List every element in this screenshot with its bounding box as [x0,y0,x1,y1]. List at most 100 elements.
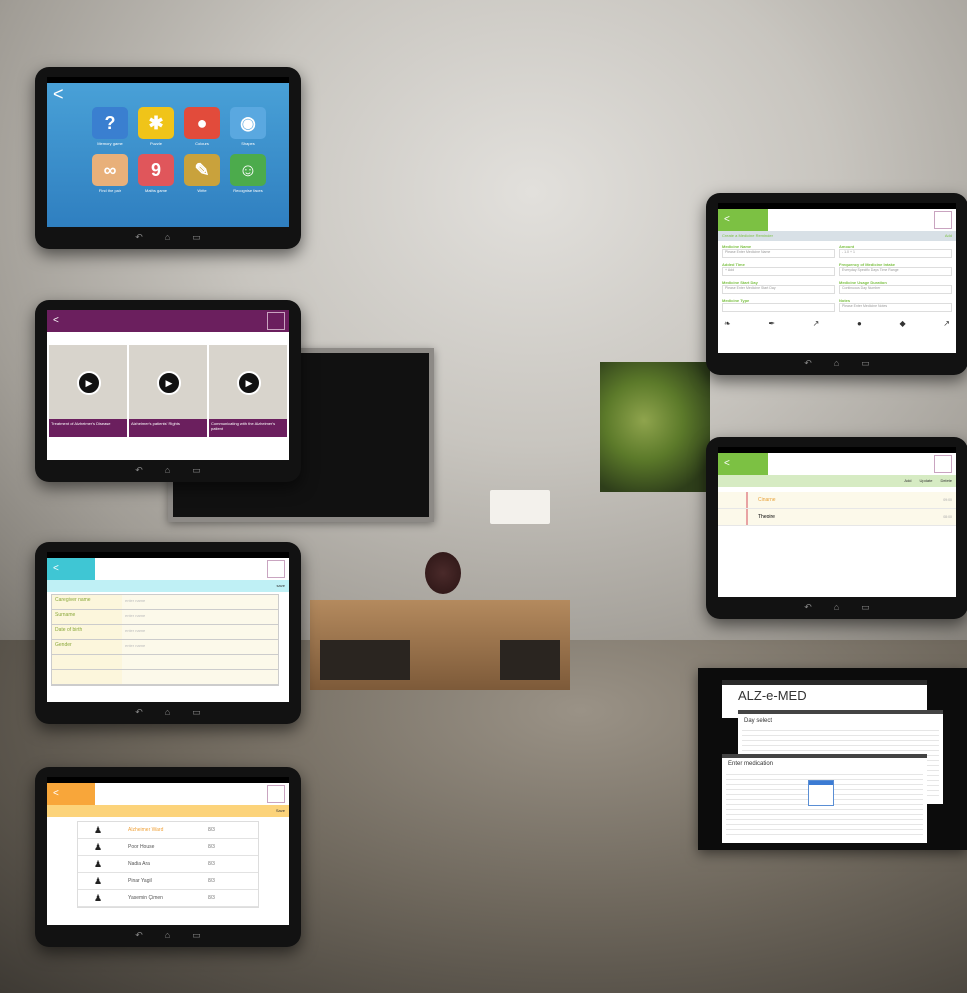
app-tile[interactable]: 9 Maths game [137,154,175,193]
back-icon[interactable]: < [724,214,730,225]
reminder-title: Create a Medicine Reminder [722,233,773,238]
app-tile[interactable]: ◉ Shapes [229,107,267,146]
field-input[interactable]: Please Enter Medicine Name [722,249,835,258]
add-button[interactable]: Add [945,231,952,241]
app-icon: ✎ [184,154,220,186]
home-nav-icon[interactable]: ⌂ [165,465,170,475]
recents-nav-icon[interactable]: ▭ [192,707,201,718]
field-input[interactable]: Everyday Specific Days Time Range [839,267,952,276]
person-icon: ♟ [93,841,103,852]
form-input[interactable]: enter name [122,640,278,654]
form-field: Medicine Name Please Enter Medicine Name [722,244,835,258]
app-icon: ◉ [230,107,266,139]
action-button[interactable]: Update [920,475,933,487]
person-icon: ♟ [93,858,103,869]
reminder-left-column: Medicine Name Please Enter Medicine Name A… [722,244,835,316]
back-icon[interactable]: < [53,788,59,799]
medicine-type-icon[interactable]: ● [857,319,862,328]
medicine-list: Cinarne 09:00 Theoire 08:00 [718,492,956,526]
field-input[interactable]: Please Enter Medicine Notes [839,303,952,312]
back-icon[interactable]: < [53,563,59,574]
form-label [52,655,122,669]
back-nav-icon[interactable]: ↶ [135,707,143,718]
patient-row[interactable]: ♟ Nadia Ara 8/3 [78,856,258,873]
recents-nav-icon[interactable]: ▭ [861,358,870,369]
medicine-time: 09:00 [943,498,952,502]
decor-plant [425,552,461,594]
app-icon: ☺ [230,154,266,186]
tv-cabinet [310,600,570,690]
home-nav-icon[interactable]: ⌂ [834,358,839,368]
back-icon[interactable]: < [724,458,730,469]
recents-nav-icon[interactable]: ▭ [861,602,870,613]
medicine-type-icon[interactable]: ◆ [899,319,905,328]
app-tile[interactable]: ? Memory game [91,107,129,146]
back-nav-icon[interactable]: ↶ [804,602,812,613]
back-icon[interactable]: < [53,85,64,103]
back-nav-icon[interactable]: ↶ [135,930,143,941]
video-card[interactable]: ▶ Communicating with the Alzheimer's pati… [209,345,287,437]
play-icon[interactable]: ▶ [77,371,101,395]
field-input[interactable]: Please Enter Medicine Start Day [722,285,835,294]
back-nav-icon[interactable]: ↶ [135,465,143,476]
action-button[interactable]: Delete [940,475,952,487]
field-input[interactable] [722,303,835,312]
medicine-type-icon[interactable]: ↗ [813,319,820,328]
medicine-name: Theoire [758,514,775,520]
form-row: Date of birth enter name [52,625,278,640]
home-nav-icon[interactable]: ⌂ [165,232,170,242]
patient-row[interactable]: ♟ Poor House 8/3 [78,839,258,856]
app-logo-icon [934,455,952,473]
form-input[interactable]: enter name [122,610,278,624]
medicine-row[interactable]: Theoire 08:00 [718,509,956,526]
field-input[interactable]: - 1.0 + 1 [839,249,952,258]
form-field: Medicine Type [722,298,835,312]
app-icon: ∞ [92,154,128,186]
back-nav-icon[interactable]: ↶ [135,232,143,243]
save-button[interactable]: Save [47,805,289,817]
form-input[interactable]: enter name [122,625,278,639]
medicine-type-icon[interactable]: ↗ [943,319,950,328]
home-nav-icon[interactable]: ⌂ [834,602,839,612]
app-tile[interactable]: ☺ Recognise faces [229,154,267,193]
form-input[interactable] [122,670,278,684]
field-input[interactable]: Continuous Day Number [839,285,952,294]
medicine-type-icon[interactable]: ❧ [724,319,731,328]
app-tile[interactable]: ∞ Find the pair [91,154,129,193]
android-navbar: ↶ ⌂ ▭ [47,927,289,943]
video-card[interactable]: ▶ Treatment of Alzheimer's Disease [49,345,127,437]
patient-row[interactable]: ♟ Alzheimer Ward 8/3 [78,822,258,839]
home-nav-icon[interactable]: ⌂ [165,930,170,940]
back-nav-icon[interactable]: ↶ [804,358,812,369]
video-card[interactable]: ▶ Alzheimer's patients' Rights [129,345,207,437]
app-label: Maths game [144,188,167,193]
save-button[interactable]: save [47,580,289,592]
recents-nav-icon[interactable]: ▭ [192,930,201,941]
play-icon[interactable]: ▶ [157,371,181,395]
video-list: ▶ Treatment of Alzheimer's Disease ▶ Alzhei… [47,332,289,437]
medicine-row[interactable]: Cinarne 09:00 [718,492,956,509]
video-caption: Treatment of Alzheimer's Disease [49,419,127,437]
form-input[interactable]: enter name [122,595,278,609]
form-row: Caregiver name enter name [52,595,278,610]
patient-detail: 8/3 [208,844,215,850]
app-tile[interactable]: ✱ Puzzle [137,107,175,146]
recents-nav-icon[interactable]: ▭ [192,465,201,476]
form-input[interactable] [122,655,278,669]
app-tile[interactable]: ✎ Write [183,154,221,193]
home-nav-icon[interactable]: ⌂ [165,707,170,717]
patient-row[interactable]: ♟ Yasemin Çimen 8/3 [78,890,258,907]
medication-panel: Enter medication [722,754,927,843]
medicine-type-icon[interactable]: ✒ [768,319,775,328]
wall-art [600,362,710,492]
recents-nav-icon[interactable]: ▭ [192,232,201,243]
form-field: Added Time + Add [722,262,835,276]
action-button[interactable]: Add [904,475,911,487]
app-tile[interactable]: ● Colours [183,107,221,146]
video-caption: Alzheimer's patients' Rights [129,419,207,437]
patient-row[interactable]: ♟ Pinar Yagil 8/3 [78,873,258,890]
play-icon[interactable]: ▶ [237,371,261,395]
back-icon[interactable]: < [53,315,59,326]
field-input[interactable]: + Add [722,267,835,276]
medication-dropdown[interactable] [808,780,834,806]
